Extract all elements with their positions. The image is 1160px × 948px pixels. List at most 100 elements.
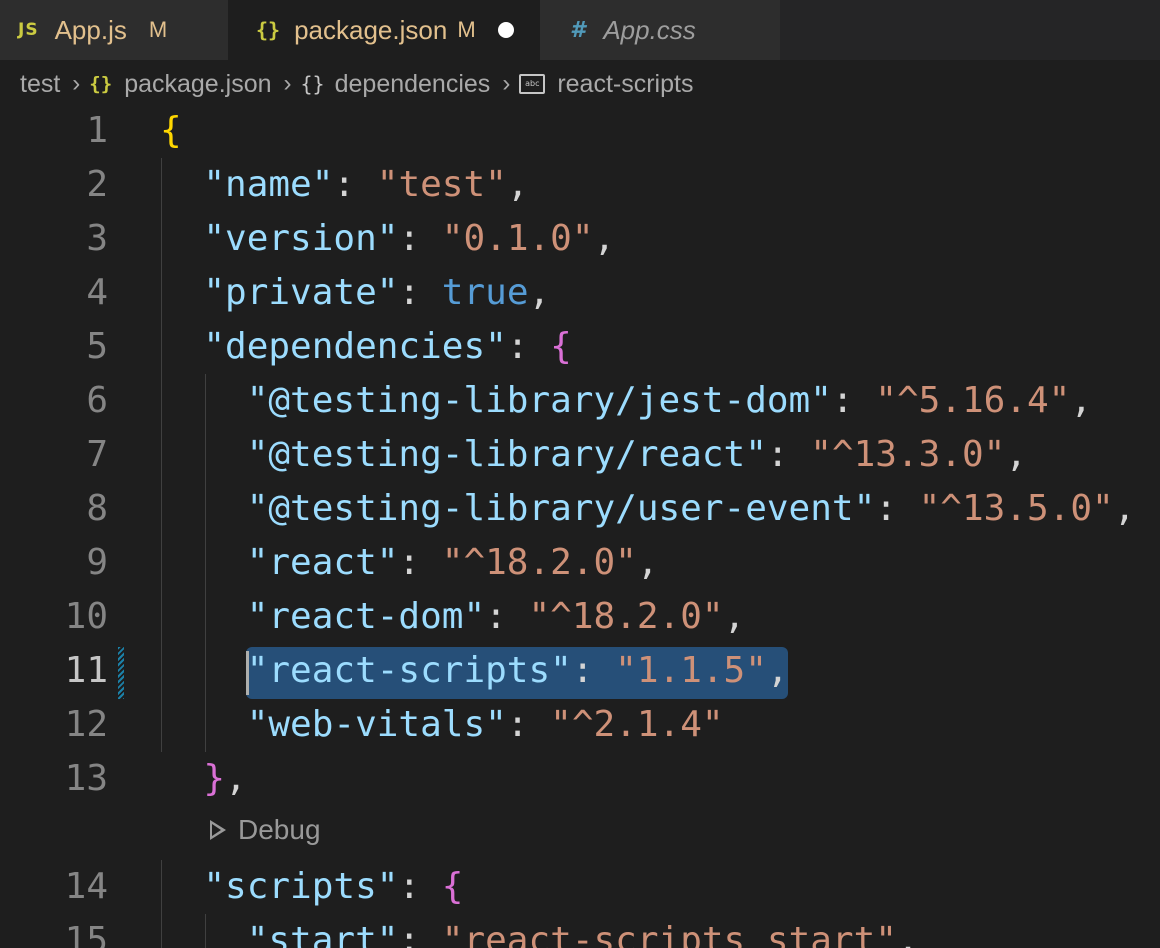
code-token: "^5.16.4" [875,380,1071,421]
debug-codelens[interactable]: Debug [210,808,321,852]
code-line[interactable]: 6 "@testing-library/jest-dom": "^5.16.4"… [0,374,1160,428]
code-token: , [1005,434,1027,475]
css-file-icon: # [570,17,586,43]
code-token: : [398,866,442,907]
code-token: "react-scripts" [246,650,572,691]
code-token: "^18.2.0" [528,596,724,637]
line-number: 9 [86,542,108,583]
breadcrumb-item-object[interactable]: dependencies [335,70,491,99]
tab-label: App.css [603,14,696,45]
line-number: 13 [64,758,108,799]
code-text: "react-dom": "^18.2.0", [160,590,746,644]
code-token: : [398,542,442,583]
code-token: "scripts" [203,866,399,907]
code-text: "scripts": { [160,860,463,914]
tab-package-json[interactable]: {} package.json M [228,0,540,60]
code-line[interactable]: 9 "react": "^18.2.0", [0,536,1160,590]
breadcrumb-item-folder[interactable]: test [20,70,60,99]
code-line[interactable]: 15 "start": "react-scripts start", [0,914,1160,948]
code-token: , [1113,488,1136,529]
tab-bar: JS App.js M {} package.json M # App.css [0,0,1160,60]
code-text: "name": "test", [160,158,529,212]
code-token: , [528,272,551,313]
code-token: "^2.1.4" [550,704,724,745]
code-token: "react-scripts start" [441,920,897,948]
code-line[interactable]: 8 "@testing-library/user-event": "^13.5.… [0,482,1160,536]
code-token: , [225,758,247,799]
code-token: , [593,218,616,259]
code-token: : [398,920,442,948]
string-symbol-icon: abc [519,74,546,94]
code-line[interactable]: 7 "@testing-library/react": "^13.3.0", [0,428,1160,482]
line-number: 4 [86,272,108,313]
breadcrumb-item-file[interactable]: package.json [124,70,271,99]
line-number: 10 [64,596,108,637]
line-number: 5 [86,326,108,367]
code-token: , [766,650,789,691]
code-line[interactable]: 10 "react-dom": "^18.2.0", [0,590,1160,644]
code-token: : [571,650,616,691]
code-line[interactable]: 11 "react-scripts": "1.1.5", [0,644,1160,698]
code-token: true [441,272,529,313]
object-symbol-icon: {} [300,72,325,96]
line-number: 15 [64,920,108,948]
code-token: "@testing-library/user-event" [246,488,876,529]
tab-app-js[interactable]: JS App.js M [0,0,228,60]
breadcrumb: test › {} package.json › {} dependencies… [20,64,693,104]
line-number: 12 [64,704,108,745]
code-token: { [441,866,464,907]
code-text: "@testing-library/react": "^13.3.0", [160,428,1027,482]
text-cursor [246,651,249,695]
code-line[interactable]: 2 "name": "test", [0,158,1160,212]
code-text: "dependencies": { [160,320,571,374]
json-file-icon: {} [256,18,281,42]
code-text: "version": "0.1.0", [160,212,615,266]
javascript-file-icon: JS [18,20,39,40]
code-token: : [831,380,876,421]
unsaved-dot-icon[interactable] [497,22,514,38]
line-number: 3 [86,218,108,259]
code-token: : [485,596,529,637]
code-text: "start": "react-scripts start", [160,914,919,948]
code-token: "react-dom" [246,596,486,637]
code-line[interactable]: 5 "dependencies": { [0,320,1160,374]
code-text: "react-scripts": "1.1.5", [160,644,789,698]
code-line[interactable]: 4 "private": true, [0,266,1160,320]
code-text: "@testing-library/jest-dom": "^5.16.4", [160,374,1092,428]
code-token: "@testing-library/jest-dom" [246,380,832,421]
modified-indicator: M [148,17,168,42]
code-token: "private" [203,272,399,313]
code-line[interactable]: 3 "version": "0.1.0", [0,212,1160,266]
code-line[interactable]: 1{ [0,104,1160,158]
tab-label: package.json [294,14,448,45]
code-token: : [506,704,551,745]
codelens-label: Debug [238,814,321,845]
breadcrumb-item-symbol[interactable]: react-scripts [557,70,693,99]
code-line[interactable]: 12 "web-vitals": "^2.1.4" [0,698,1160,752]
tab-app-css[interactable]: # App.css [540,0,780,60]
code-line[interactable]: 14 "scripts": { [0,860,1160,914]
line-number: 11 [64,650,108,691]
code-token: } [203,758,226,799]
code-text: "private": true, [160,266,550,320]
chevron-right-icon: › [502,70,511,97]
code-editor[interactable]: 1{2 "name": "test", 3 "version": "0.1.0",… [0,104,1160,948]
code-token: : [333,164,377,205]
code-token: "1.1.5" [615,650,767,691]
code-token: "@testing-library/react" [246,434,767,475]
code-token: , [1070,380,1093,421]
line-number: 1 [86,110,108,151]
code-token: "0.1.0" [441,218,594,259]
code-token: , [506,164,529,205]
code-token: "start" [246,920,399,948]
line-number: 14 [64,866,108,907]
code-token: : [875,488,919,529]
code-line[interactable]: 13 }, [0,752,1160,806]
